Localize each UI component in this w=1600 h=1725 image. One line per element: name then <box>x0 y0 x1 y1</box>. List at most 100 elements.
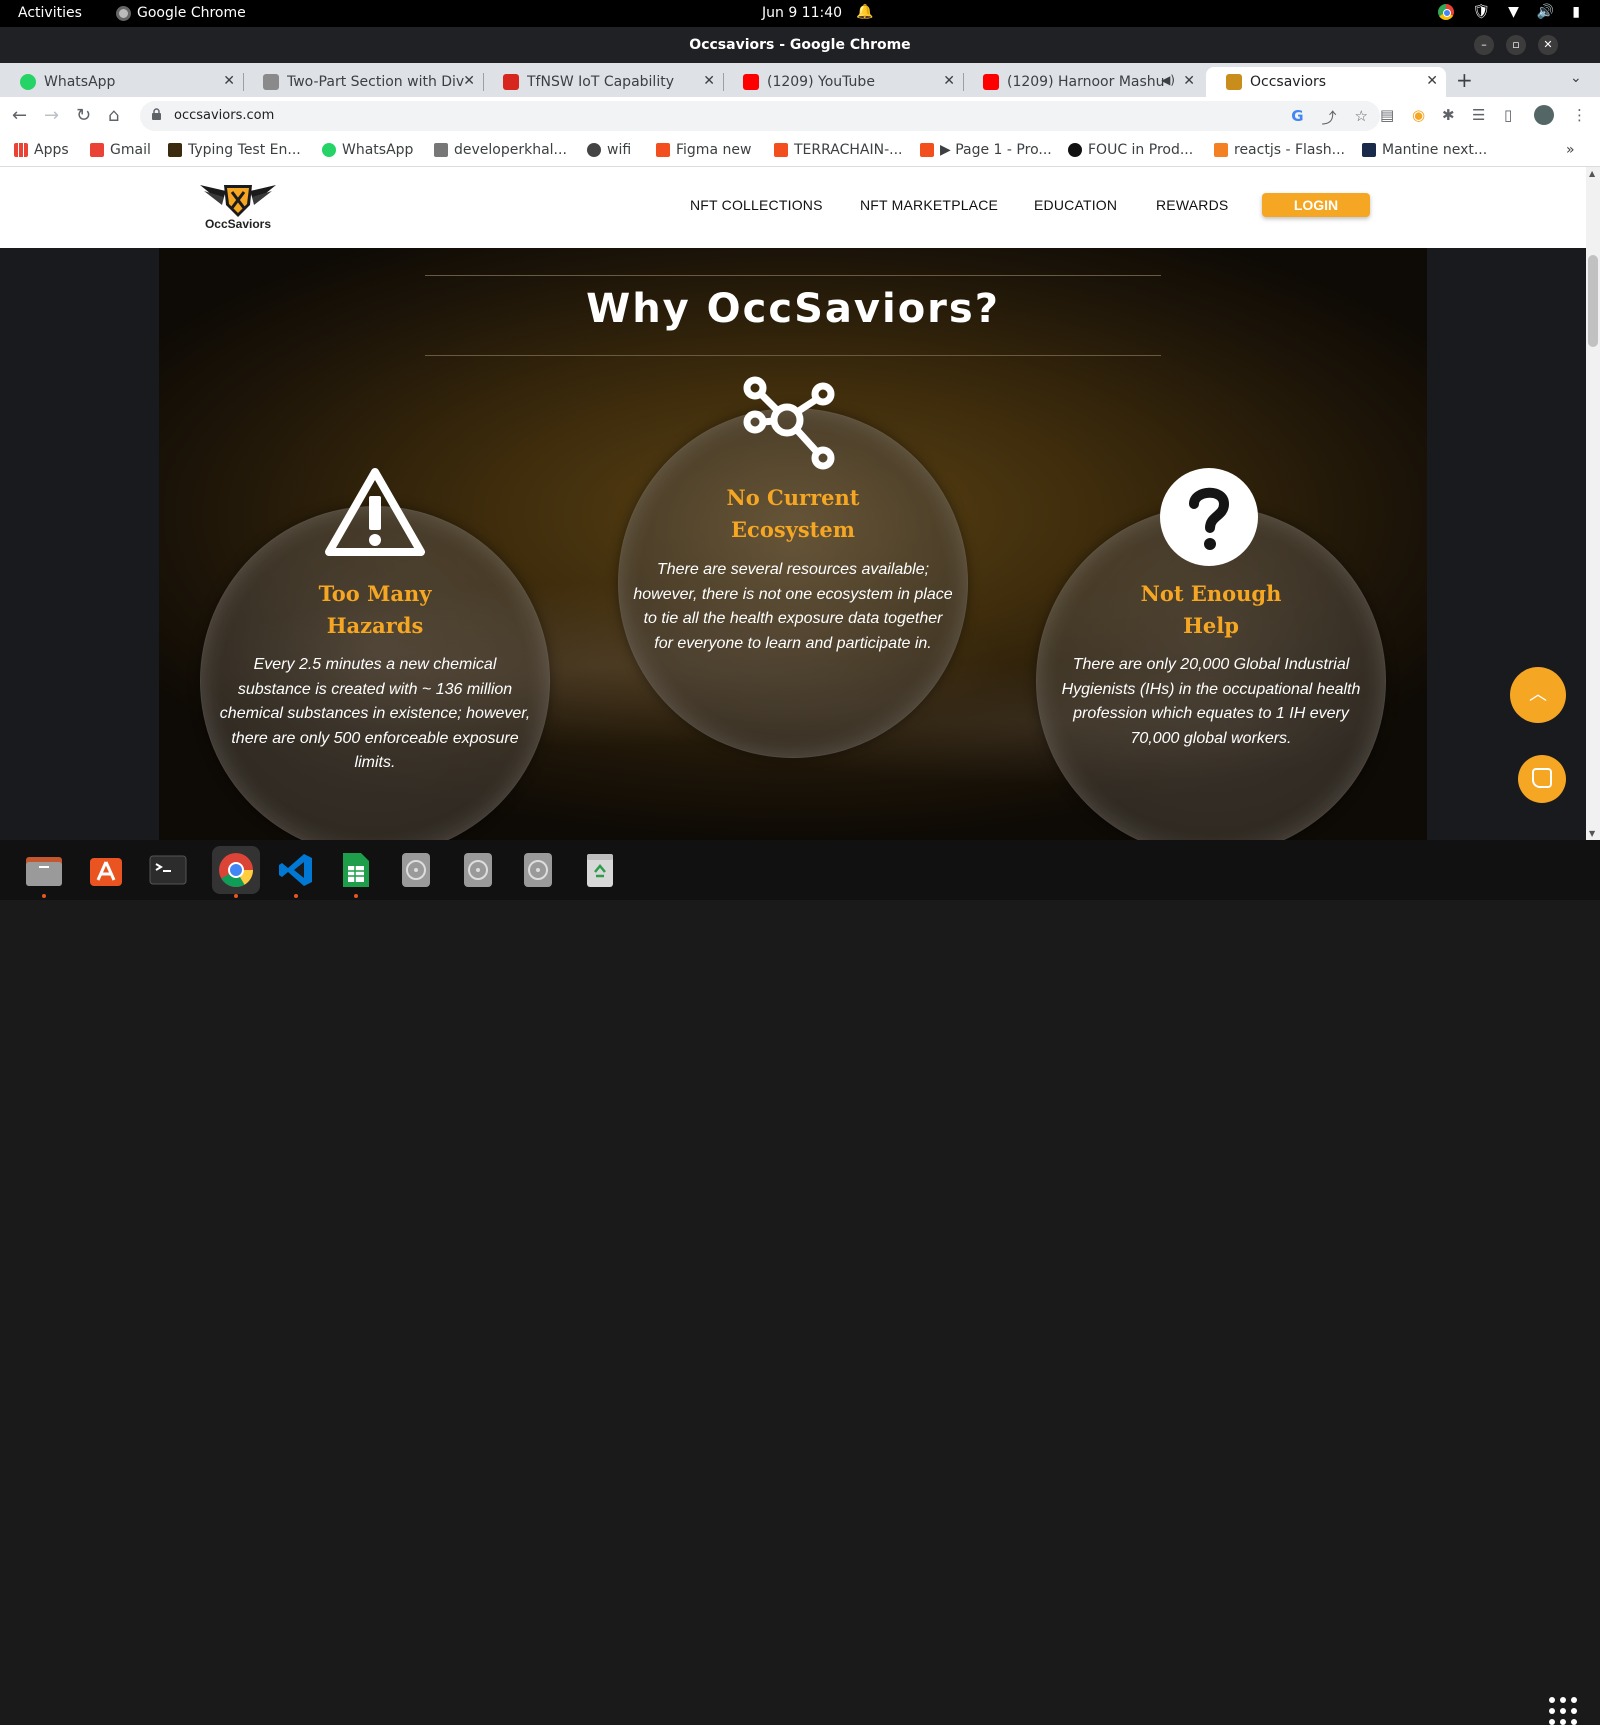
react-icon <box>1362 143 1376 157</box>
profile-avatar[interactable] <box>1534 105 1554 125</box>
disk-app-icon[interactable] <box>454 846 502 894</box>
minimize-icon[interactable]: – <box>1474 35 1494 55</box>
show-applications-grid-icon[interactable] <box>1549 1697 1577 1725</box>
bookmark-typing-test[interactable]: Typing Test En... <box>168 142 301 158</box>
bookmark-label: developerkhal... <box>454 142 567 158</box>
bookmark-figma-new[interactable]: Figma new <box>656 142 751 158</box>
bookmark-label: reactjs - Flash... <box>1234 142 1346 158</box>
running-indicator <box>234 894 238 898</box>
bookmark-mantine[interactable]: Mantine next... <box>1362 142 1487 158</box>
spreadsheet-icon <box>343 853 369 887</box>
tab-whatsapp[interactable]: WhatsApp ✕ <box>0 67 244 97</box>
focused-app-name: Google Chrome <box>137 5 246 21</box>
folder-icon <box>26 857 62 886</box>
url-text[interactable]: occsaviors.com <box>174 108 274 123</box>
login-button[interactable]: LOGIN <box>1262 193 1370 217</box>
files-app-icon[interactable] <box>20 846 68 898</box>
disk-app-icon[interactable] <box>514 846 562 894</box>
google-translate-icon[interactable]: G <box>1291 107 1303 128</box>
terminal-app-icon[interactable] <box>144 846 192 894</box>
page-scrollbar[interactable]: ▲ ▼ <box>1586 167 1600 840</box>
vscode-app-icon[interactable] <box>272 846 320 898</box>
bookmark-page1[interactable]: ▶ Page 1 - Pro... <box>920 142 1052 158</box>
address-bar[interactable]: occsaviors.com G ⤴ ☆ <box>140 101 1380 131</box>
bookmark-apps[interactable]: Apps <box>14 142 69 158</box>
new-tab-icon[interactable]: + <box>1456 68 1473 92</box>
scrollbar-thumb[interactable] <box>1588 255 1598 347</box>
scroll-to-top-button[interactable]: ︿ <box>1510 667 1566 723</box>
home-icon[interactable]: ⌂ <box>108 105 119 126</box>
chrome-app-icon[interactable] <box>212 846 260 898</box>
disk-app-icon[interactable] <box>392 846 440 894</box>
kebab-menu-icon[interactable]: ⋮ <box>1572 106 1587 124</box>
bookmark-wifi[interactable]: wifi <box>587 142 631 158</box>
tab-youtube-harnoor[interactable]: (1209) Harnoor Mashu ◀) ✕ <box>963 67 1203 97</box>
bookmark-terrachain[interactable]: TERRACHAIN-... <box>774 142 903 158</box>
clock[interactable]: Jun 9 11:40 <box>762 5 842 21</box>
tab-close-icon[interactable]: ✕ <box>703 73 715 89</box>
tab-occsaviors[interactable]: Occsaviors ✕ <box>1206 67 1446 97</box>
generic-favicon-icon <box>263 74 279 90</box>
disk-drive-icon <box>524 853 552 887</box>
bookmark-fouc[interactable]: FOUC in Prod... <box>1068 142 1193 158</box>
trash-app-icon[interactable] <box>576 846 624 894</box>
bookmark-star-icon[interactable]: ☆ <box>1355 107 1368 128</box>
system-tray[interactable]: 🛡 ▼ 🔊 ▮ <box>1438 4 1580 20</box>
close-window-icon[interactable]: ✕ <box>1538 35 1558 55</box>
tab-youtube[interactable]: (1209) YouTube ✕ <box>723 67 964 97</box>
shield-icon[interactable]: 🛡 <box>1472 4 1490 20</box>
side-panel-icon[interactable]: ▯ <box>1504 106 1512 124</box>
github-icon <box>1068 143 1082 157</box>
volume-icon[interactable]: 🔊 <box>1537 4 1554 20</box>
scroll-up-arrow-icon[interactable]: ▲ <box>1589 169 1595 178</box>
software-center-icon[interactable] <box>82 846 130 894</box>
focused-app-menu[interactable]: Google Chrome <box>116 5 246 21</box>
nav-nft-marketplace[interactable]: NFT MARKETPLACE <box>860 197 998 213</box>
bookmark-label: ▶ Page 1 - Pro... <box>940 142 1052 158</box>
tab-search-chevron-icon[interactable]: ⌄ <box>1570 70 1582 86</box>
running-indicator <box>294 894 298 898</box>
extensions-puzzle-icon[interactable]: ✱ <box>1442 106 1455 124</box>
wifi-icon[interactable]: ▼ <box>1508 4 1519 20</box>
tab-close-icon[interactable]: ✕ <box>463 73 475 89</box>
tab-close-icon[interactable]: ✕ <box>223 73 235 89</box>
page-viewport: OccSaviors NFT COLLECTIONS NFT MARKETPLA… <box>0 167 1586 840</box>
extension-icon[interactable]: ▤ <box>1380 106 1394 124</box>
tab-two-part-section[interactable]: Two-Part Section with Div ✕ <box>243 67 484 97</box>
scroll-down-arrow-icon[interactable]: ▼ <box>1589 829 1595 838</box>
chrome-tray-icon[interactable] <box>1438 4 1455 20</box>
bookmark-whatsapp[interactable]: WhatsApp <box>322 142 413 158</box>
chat-widget-button[interactable] <box>1518 755 1566 803</box>
battery-icon[interactable]: ▮ <box>1572 4 1580 20</box>
nsw-favicon-icon <box>503 74 519 90</box>
network-nodes-icon <box>743 376 835 470</box>
reload-icon[interactable]: ↻ <box>76 105 91 126</box>
spreadsheet-app-icon[interactable] <box>332 846 380 898</box>
card-text: Every 2.5 minutes a new chemical substan… <box>219 656 531 771</box>
nav-education[interactable]: EDUCATION <box>1034 197 1117 213</box>
audio-playing-icon[interactable]: ◀) <box>1161 73 1175 87</box>
nav-rewards[interactable]: REWARDS <box>1156 197 1228 213</box>
why-occsaviors-section: Why OccSaviors? Too Many Hazards Every 2… <box>159 248 1427 840</box>
activities-button[interactable]: Activities <box>18 5 82 21</box>
bookmark-label: TERRACHAIN-... <box>794 142 903 158</box>
forward-icon[interactable]: → <box>44 105 59 126</box>
bookmark-reactjs[interactable]: reactjs - Flash... <box>1214 142 1345 158</box>
bookmark-developerkhal[interactable]: developerkhal... <box>434 142 567 158</box>
share-icon[interactable]: ⤴ <box>1322 107 1337 128</box>
bookmark-gmail[interactable]: Gmail <box>90 142 151 158</box>
tab-label: (1209) YouTube <box>767 74 875 90</box>
tab-tfnsw[interactable]: TfNSW IoT Capability ✕ <box>483 67 724 97</box>
back-icon[interactable]: ← <box>12 105 27 126</box>
maximize-icon[interactable]: ▫ <box>1506 35 1526 55</box>
tab-close-icon[interactable]: ✕ <box>943 73 955 89</box>
tab-close-icon[interactable]: ✕ <box>1183 73 1195 89</box>
site-logo[interactable]: OccSaviors <box>198 181 278 235</box>
more-bookmarks-icon[interactable]: » <box>1566 142 1575 158</box>
tab-strip: WhatsApp ✕ Two-Part Section with Div ✕ T… <box>0 63 1600 97</box>
browser-toolbar: ← → ↻ ⌂ occsaviors.com G ⤴ ☆ ▤ ◉ ✱ ☰ ▯ ⋮ <box>0 97 1600 135</box>
reading-list-icon[interactable]: ☰ <box>1472 106 1485 124</box>
tab-close-icon[interactable]: ✕ <box>1426 73 1438 89</box>
nav-nft-collections[interactable]: NFT COLLECTIONS <box>690 197 823 213</box>
grammarly-extension-icon[interactable]: ◉ <box>1412 106 1425 124</box>
